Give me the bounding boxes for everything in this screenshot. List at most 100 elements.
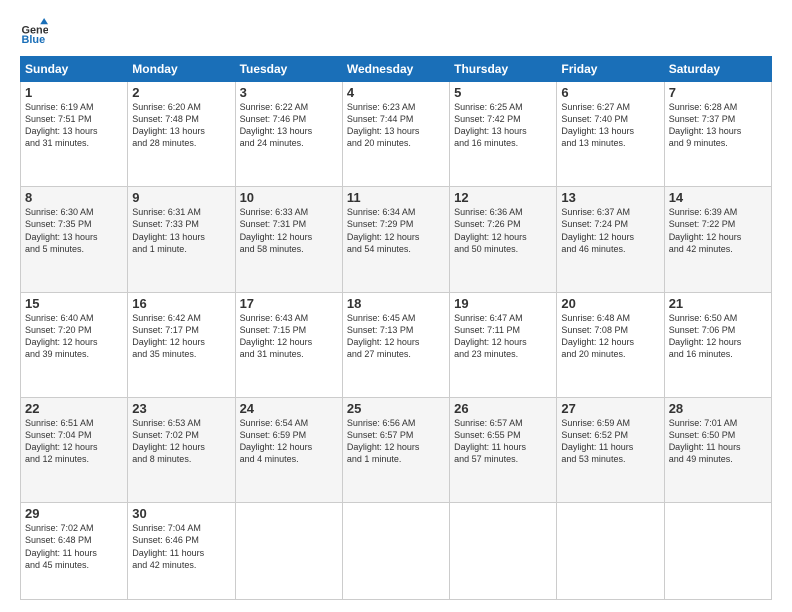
day-number: 1 <box>25 85 123 100</box>
table-row: 10Sunrise: 6:33 AM Sunset: 7:31 PM Dayli… <box>235 187 342 292</box>
day-details: Sunrise: 6:34 AM Sunset: 7:29 PM Dayligh… <box>347 206 445 255</box>
day-number: 9 <box>132 190 230 205</box>
day-number: 27 <box>561 401 659 416</box>
table-row: 28Sunrise: 7:01 AM Sunset: 6:50 PM Dayli… <box>664 397 771 502</box>
table-row: 26Sunrise: 6:57 AM Sunset: 6:55 PM Dayli… <box>450 397 557 502</box>
day-details: Sunrise: 6:56 AM Sunset: 6:57 PM Dayligh… <box>347 417 445 466</box>
day-details: Sunrise: 6:36 AM Sunset: 7:26 PM Dayligh… <box>454 206 552 255</box>
day-number: 22 <box>25 401 123 416</box>
col-header-wednesday: Wednesday <box>342 57 449 82</box>
table-row: 8Sunrise: 6:30 AM Sunset: 7:35 PM Daylig… <box>21 187 128 292</box>
table-row <box>342 503 449 600</box>
table-row <box>450 503 557 600</box>
day-number: 4 <box>347 85 445 100</box>
day-details: Sunrise: 6:40 AM Sunset: 7:20 PM Dayligh… <box>25 312 123 361</box>
day-details: Sunrise: 6:47 AM Sunset: 7:11 PM Dayligh… <box>454 312 552 361</box>
col-header-saturday: Saturday <box>664 57 771 82</box>
day-number: 18 <box>347 296 445 311</box>
table-row: 2Sunrise: 6:20 AM Sunset: 7:48 PM Daylig… <box>128 82 235 187</box>
day-number: 26 <box>454 401 552 416</box>
day-number: 6 <box>561 85 659 100</box>
day-details: Sunrise: 6:51 AM Sunset: 7:04 PM Dayligh… <box>25 417 123 466</box>
day-details: Sunrise: 6:53 AM Sunset: 7:02 PM Dayligh… <box>132 417 230 466</box>
table-row: 24Sunrise: 6:54 AM Sunset: 6:59 PM Dayli… <box>235 397 342 502</box>
table-row: 17Sunrise: 6:43 AM Sunset: 7:15 PM Dayli… <box>235 292 342 397</box>
day-number: 3 <box>240 85 338 100</box>
table-row: 12Sunrise: 6:36 AM Sunset: 7:26 PM Dayli… <box>450 187 557 292</box>
day-details: Sunrise: 6:23 AM Sunset: 7:44 PM Dayligh… <box>347 101 445 150</box>
table-row: 23Sunrise: 6:53 AM Sunset: 7:02 PM Dayli… <box>128 397 235 502</box>
table-row: 1Sunrise: 6:19 AM Sunset: 7:51 PM Daylig… <box>21 82 128 187</box>
table-row: 5Sunrise: 6:25 AM Sunset: 7:42 PM Daylig… <box>450 82 557 187</box>
col-header-tuesday: Tuesday <box>235 57 342 82</box>
table-row: 30Sunrise: 7:04 AM Sunset: 6:46 PM Dayli… <box>128 503 235 600</box>
day-number: 13 <box>561 190 659 205</box>
day-number: 17 <box>240 296 338 311</box>
logo-icon: General Blue <box>20 18 48 46</box>
day-number: 21 <box>669 296 767 311</box>
col-header-sunday: Sunday <box>21 57 128 82</box>
day-number: 29 <box>25 506 123 521</box>
day-number: 5 <box>454 85 552 100</box>
day-details: Sunrise: 6:42 AM Sunset: 7:17 PM Dayligh… <box>132 312 230 361</box>
day-number: 15 <box>25 296 123 311</box>
table-row: 4Sunrise: 6:23 AM Sunset: 7:44 PM Daylig… <box>342 82 449 187</box>
table-row: 13Sunrise: 6:37 AM Sunset: 7:24 PM Dayli… <box>557 187 664 292</box>
table-row: 7Sunrise: 6:28 AM Sunset: 7:37 PM Daylig… <box>664 82 771 187</box>
day-number: 24 <box>240 401 338 416</box>
day-details: Sunrise: 6:37 AM Sunset: 7:24 PM Dayligh… <box>561 206 659 255</box>
day-number: 2 <box>132 85 230 100</box>
day-number: 7 <box>669 85 767 100</box>
table-row: 9Sunrise: 6:31 AM Sunset: 7:33 PM Daylig… <box>128 187 235 292</box>
day-number: 10 <box>240 190 338 205</box>
table-row: 20Sunrise: 6:48 AM Sunset: 7:08 PM Dayli… <box>557 292 664 397</box>
day-number: 20 <box>561 296 659 311</box>
day-details: Sunrise: 6:45 AM Sunset: 7:13 PM Dayligh… <box>347 312 445 361</box>
table-row: 27Sunrise: 6:59 AM Sunset: 6:52 PM Dayli… <box>557 397 664 502</box>
svg-text:Blue: Blue <box>22 34 46 46</box>
day-number: 16 <box>132 296 230 311</box>
table-row <box>557 503 664 600</box>
table-row <box>235 503 342 600</box>
day-details: Sunrise: 7:04 AM Sunset: 6:46 PM Dayligh… <box>132 522 230 571</box>
day-details: Sunrise: 6:19 AM Sunset: 7:51 PM Dayligh… <box>25 101 123 150</box>
day-details: Sunrise: 6:54 AM Sunset: 6:59 PM Dayligh… <box>240 417 338 466</box>
table-row: 11Sunrise: 6:34 AM Sunset: 7:29 PM Dayli… <box>342 187 449 292</box>
table-row: 18Sunrise: 6:45 AM Sunset: 7:13 PM Dayli… <box>342 292 449 397</box>
day-number: 11 <box>347 190 445 205</box>
table-row: 16Sunrise: 6:42 AM Sunset: 7:17 PM Dayli… <box>128 292 235 397</box>
day-number: 30 <box>132 506 230 521</box>
day-number: 28 <box>669 401 767 416</box>
col-header-friday: Friday <box>557 57 664 82</box>
day-details: Sunrise: 7:01 AM Sunset: 6:50 PM Dayligh… <box>669 417 767 466</box>
day-details: Sunrise: 6:20 AM Sunset: 7:48 PM Dayligh… <box>132 101 230 150</box>
day-details: Sunrise: 6:27 AM Sunset: 7:40 PM Dayligh… <box>561 101 659 150</box>
day-number: 12 <box>454 190 552 205</box>
day-number: 8 <box>25 190 123 205</box>
day-details: Sunrise: 6:30 AM Sunset: 7:35 PM Dayligh… <box>25 206 123 255</box>
day-number: 14 <box>669 190 767 205</box>
day-number: 19 <box>454 296 552 311</box>
day-details: Sunrise: 6:31 AM Sunset: 7:33 PM Dayligh… <box>132 206 230 255</box>
table-row: 29Sunrise: 7:02 AM Sunset: 6:48 PM Dayli… <box>21 503 128 600</box>
day-details: Sunrise: 6:43 AM Sunset: 7:15 PM Dayligh… <box>240 312 338 361</box>
day-details: Sunrise: 6:57 AM Sunset: 6:55 PM Dayligh… <box>454 417 552 466</box>
col-header-monday: Monday <box>128 57 235 82</box>
day-details: Sunrise: 6:39 AM Sunset: 7:22 PM Dayligh… <box>669 206 767 255</box>
table-row <box>664 503 771 600</box>
day-details: Sunrise: 6:28 AM Sunset: 7:37 PM Dayligh… <box>669 101 767 150</box>
table-row: 21Sunrise: 6:50 AM Sunset: 7:06 PM Dayli… <box>664 292 771 397</box>
day-details: Sunrise: 6:22 AM Sunset: 7:46 PM Dayligh… <box>240 101 338 150</box>
day-details: Sunrise: 6:48 AM Sunset: 7:08 PM Dayligh… <box>561 312 659 361</box>
day-details: Sunrise: 6:50 AM Sunset: 7:06 PM Dayligh… <box>669 312 767 361</box>
calendar-table: SundayMondayTuesdayWednesdayThursdayFrid… <box>20 56 772 600</box>
table-row: 6Sunrise: 6:27 AM Sunset: 7:40 PM Daylig… <box>557 82 664 187</box>
table-row: 3Sunrise: 6:22 AM Sunset: 7:46 PM Daylig… <box>235 82 342 187</box>
table-row: 22Sunrise: 6:51 AM Sunset: 7:04 PM Dayli… <box>21 397 128 502</box>
day-number: 25 <box>347 401 445 416</box>
day-details: Sunrise: 6:25 AM Sunset: 7:42 PM Dayligh… <box>454 101 552 150</box>
table-row: 15Sunrise: 6:40 AM Sunset: 7:20 PM Dayli… <box>21 292 128 397</box>
table-row: 25Sunrise: 6:56 AM Sunset: 6:57 PM Dayli… <box>342 397 449 502</box>
day-details: Sunrise: 6:33 AM Sunset: 7:31 PM Dayligh… <box>240 206 338 255</box>
table-row: 19Sunrise: 6:47 AM Sunset: 7:11 PM Dayli… <box>450 292 557 397</box>
